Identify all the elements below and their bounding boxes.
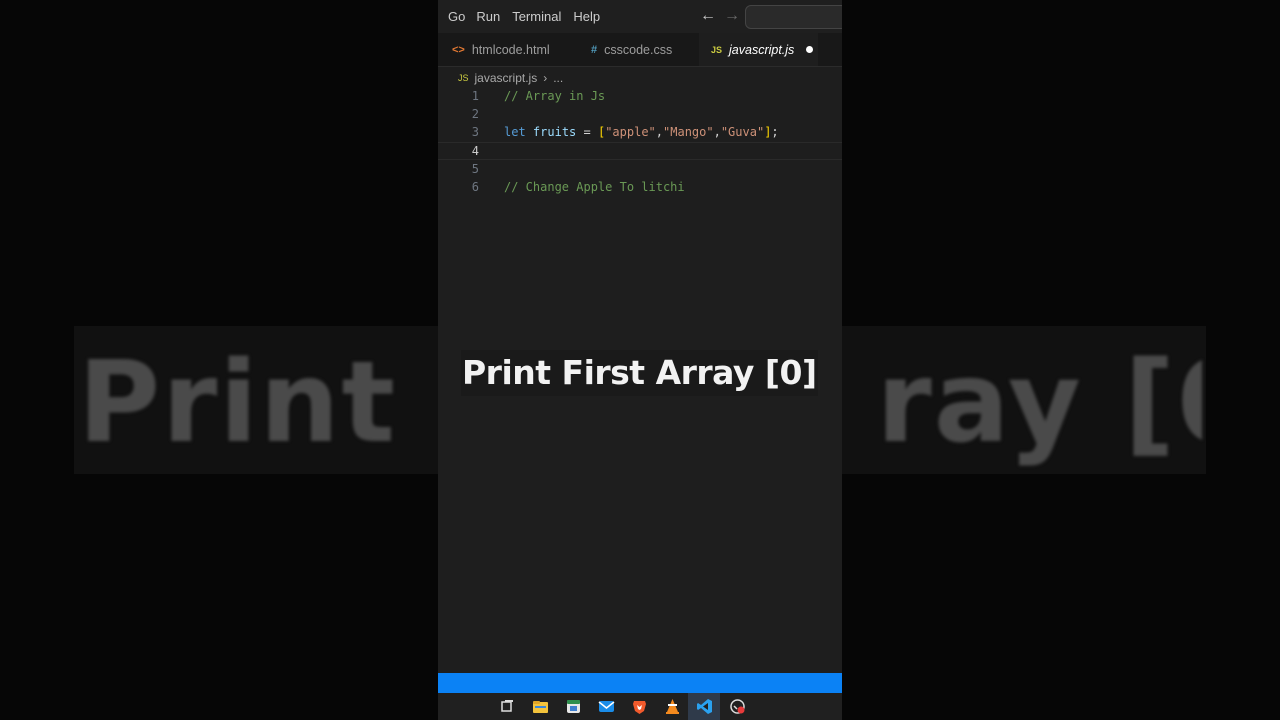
calendar-app-icon[interactable] [565,698,582,715]
code-line[interactable]: 5 [438,160,842,178]
navigation-arrows: ← → [700,6,740,26]
mail-icon[interactable] [598,698,615,715]
menu-go[interactable]: Go [448,9,465,24]
line-number: 4 [471,144,479,158]
code-text: // Array in Js [504,87,605,105]
html-file-icon: <> [452,43,465,56]
code-token: = [576,125,598,139]
task-view-icon[interactable] [499,698,516,715]
code-line[interactable]: 4 [438,142,842,160]
menu-terminal[interactable]: Terminal [512,9,561,24]
background-caption-right: ray [0] [876,338,1202,468]
menu-bar: Go Run Terminal Help ← → [438,0,842,33]
code-token: , [713,125,721,139]
file-explorer-icon[interactable] [532,698,549,715]
code-text: let fruits = ["apple","Mango","Guva"]; [504,123,779,141]
menu-run[interactable]: Run [476,9,500,24]
vlc-icon[interactable] [664,698,681,715]
windows-taskbar [438,693,842,720]
js-file-icon: JS [711,44,723,55]
css-file-icon: # [591,43,598,56]
code-token: , [655,125,664,139]
app-icon[interactable] [729,698,746,715]
line-number: 1 [471,89,479,103]
code-token: ; [771,125,779,139]
code-line[interactable]: 2 [438,105,842,123]
code-line[interactable]: 3 let fruits = ["apple","Mango","Guva"]; [438,123,842,141]
vscode-window: Go Run Terminal Help ← → <> htmlcode.htm… [438,0,842,720]
tab-label: javascript.js [729,42,795,57]
code-line[interactable]: 1 // Array in Js [438,87,842,105]
breadcrumb: JS javascript.js › ... [458,70,563,86]
code-token: fruits [532,125,577,139]
video-caption: Print First Array [0] [461,350,818,396]
command-center-search[interactable] [745,5,842,29]
breadcrumb-file[interactable]: javascript.js [475,71,538,85]
code-token: "apple" [605,125,656,139]
line-number: 2 [471,107,479,121]
breadcrumb-more[interactable]: ... [553,71,563,85]
code-token: "Mango" [663,125,714,139]
brave-browser-icon[interactable] [631,698,648,715]
code-token: "Guva" [720,125,765,139]
line-number: 5 [471,162,479,176]
vscode-icon[interactable] [696,698,713,715]
line-number: 3 [471,125,479,139]
back-arrow-icon[interactable]: ← [700,6,716,26]
js-file-icon: JS [458,73,469,83]
tab-label: htmlcode.html [471,42,550,57]
code-text: // Change Apple To litchi [504,178,685,196]
tab-htmlcode[interactable]: <> htmlcode.html [452,33,572,66]
forward-arrow-icon[interactable]: → [724,6,740,26]
status-bar [438,673,842,693]
chevron-right-icon: › [543,71,548,85]
line-number: 6 [471,180,479,194]
editor-tab-bar: <> htmlcode.html # csscode.css JS javasc… [438,33,842,67]
code-line[interactable]: 6 // Change Apple To litchi [438,178,842,196]
menu-help[interactable]: Help [573,9,600,24]
code-token: // Change Apple To litchi [504,180,685,194]
tab-javascript[interactable]: JS javascript.js [699,33,818,66]
tab-csscode[interactable]: # csscode.css [591,33,701,66]
unsaved-dot-icon[interactable] [806,46,814,53]
tab-label: csscode.css [604,42,673,57]
code-token: let [504,125,526,139]
code-token: // Array in Js [504,89,606,103]
